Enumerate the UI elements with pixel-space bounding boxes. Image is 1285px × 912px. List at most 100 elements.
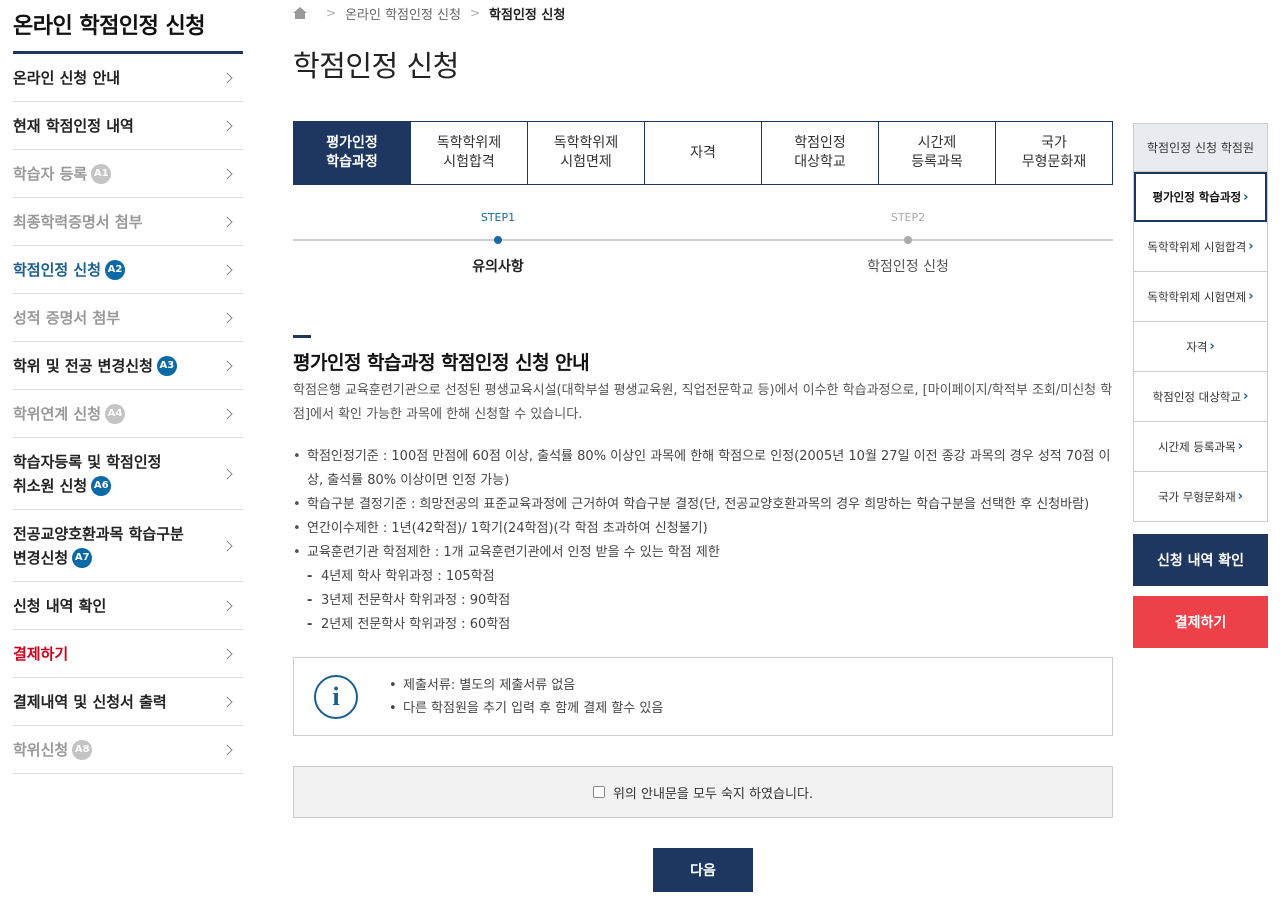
right-item-label: 평가인정 학습과정 — [1152, 190, 1242, 204]
sidebar-item-degree-linkage[interactable]: 학위연계 신청 A4 — [13, 390, 243, 438]
tab-part-time-course[interactable]: 시간제 등록과목 — [878, 122, 995, 184]
chevron-right-icon — [221, 71, 235, 85]
credit-limit-item: 4년제 학사 학위과정 : 105학점 — [293, 565, 1113, 589]
right-item-intangible-heritage[interactable]: 국가 무형문화재 › — [1134, 472, 1267, 522]
rule-item: 학습구분 결정기준 : 희망전공의 표준교육과정에 근거하여 학습구분 결정(단… — [293, 493, 1113, 517]
right-item-label: 국가 무형문화재 — [1157, 489, 1236, 504]
sidebar-item-online-guide[interactable]: 온라인 신청 안내 — [13, 54, 243, 102]
step-1: STEP1 유의사항 — [418, 211, 578, 276]
step-badge: A2 — [105, 260, 126, 280]
right-item-self-study-exam-pass[interactable]: 독학학위제 시험합격 › — [1134, 222, 1267, 272]
chevron-right-icon: › — [1248, 239, 1254, 254]
sidebar-item-label: 성적 증명서 첨부 — [13, 308, 121, 327]
chevron-right-icon — [221, 359, 235, 373]
next-button[interactable]: 다음 — [653, 848, 753, 892]
agree-checkbox[interactable] — [592, 786, 605, 798]
sidebar-item-label: 학점인정 신청 — [13, 260, 102, 279]
right-item-part-time-course[interactable]: 시간제 등록과목 › — [1134, 422, 1267, 472]
credit-limit-list: 4년제 학사 학위과정 : 105학점 3년제 전문학사 학위과정 : 90학점… — [293, 565, 1113, 637]
right-item-label: 독학학위제 시험면제 — [1147, 289, 1247, 304]
tab-eligible-school[interactable]: 학점인정 대상학교 — [761, 122, 878, 184]
right-item-eligible-school[interactable]: 학점인정 대상학교 › — [1134, 372, 1267, 422]
left-sidebar: 온라인 학점인정 신청 온라인 신청 안내 현재 학점인정 내역 학습자 등록 A… — [13, 0, 243, 774]
sidebar-item-credit-application[interactable]: 학점인정 신청 A2 — [13, 246, 243, 294]
info-list: 제출서류: 별도의 제출서류 없음 다른 학점원을 추기 입력 후 함께 결제 … — [389, 674, 663, 720]
payment-button[interactable]: 결제하기 — [1133, 596, 1268, 648]
sidebar-item-degree-major-change[interactable]: 학위 및 전공 변경신청 A3 — [13, 342, 243, 390]
main-content: > 온라인 학점인정 신청 > 학점인정 신청 학점인정 신청 평가인정 학습과… — [293, 0, 1113, 892]
sidebar-item-application-history[interactable]: 신청 내역 확인 — [13, 582, 243, 630]
credit-source-tabs: 평가인정 학습과정 독학학위제 시험합격 독학학위제 시험면제 자격 학점인정 … — [293, 121, 1113, 185]
right-item-label: 자격 — [1186, 339, 1208, 354]
sidebar-item-label: 학위신청 — [13, 740, 69, 759]
section-accent-bar — [293, 335, 311, 338]
sidebar-item-learner-registration[interactable]: 학습자 등록 A1 — [13, 150, 243, 198]
step-badge: A7 — [72, 548, 93, 568]
page-title: 학점인정 신청 — [293, 49, 459, 83]
section-intro: 학점은행 교육훈련기관으로 선정된 평생교육시설(대학부설 평생교육원, 직업전… — [293, 383, 1113, 422]
sidebar-item-final-education-cert[interactable]: 최종학력증명서 첨부 — [13, 198, 243, 246]
sidebar-item-label: 변경신청 — [13, 548, 69, 567]
breadcrumb-separator: > — [326, 6, 337, 20]
right-item-label: 학점인정 대상학교 — [1152, 389, 1241, 404]
sidebar-item-label: 결제하기 — [13, 644, 69, 663]
info-item: 제출서류: 별도의 제출서류 없음 — [389, 674, 663, 697]
sidebar-item-label: 현재 학점인정 내역 — [13, 116, 134, 135]
tab-self-study-exam-pass[interactable]: 독학학위제 시험합격 — [410, 122, 527, 184]
tab-intangible-heritage[interactable]: 국가 무형문화재 — [995, 122, 1112, 184]
right-item-label: 독학학위제 시험합격 — [1147, 239, 1247, 254]
right-panel: 학점인정 신청 학점원 평가인정 학습과정 › 독학학위제 시험합격 › 독학학위제… — [1133, 123, 1268, 648]
rules-list: 학점인정기준 : 100점 만점에 60점 이상, 출석률 80% 이상인 과목… — [293, 445, 1113, 565]
chevron-right-icon — [221, 311, 235, 325]
right-item-evaluated-course[interactable]: 평가인정 학습과정 › — [1134, 172, 1267, 222]
info-item: 다른 학점원을 추기 입력 후 함께 결제 할수 있음 — [389, 697, 663, 720]
step-dot — [904, 236, 912, 244]
sidebar-item-transcript-attach[interactable]: 성적 증명서 첨부 — [13, 294, 243, 342]
chevron-right-icon — [221, 467, 235, 481]
credit-limit-item: 3년제 전문학사 학위과정 : 90학점 — [293, 589, 1113, 613]
right-item-self-study-exam-exempt[interactable]: 독학학위제 시험면제 › — [1134, 272, 1267, 322]
home-icon[interactable] — [293, 7, 307, 19]
chevron-right-icon: › — [1237, 439, 1244, 454]
sidebar-item-label: 신청 내역 확인 — [13, 596, 107, 615]
agreement-box: 위의 안내문을 모두 숙지 하였습니다. — [293, 766, 1113, 818]
credit-limit-item: 2년제 전문학사 학위과정 : 60학점 — [293, 613, 1113, 637]
step-2: STEP2 학점인정 신청 — [828, 211, 988, 276]
right-panel-list: 평가인정 학습과정 › 독학학위제 시험합격 › 독학학위제 시험면제 › 자격 › 학… — [1133, 172, 1268, 522]
step-badge: A1 — [91, 164, 112, 184]
sidebar-menu: 온라인 신청 안내 현재 학점인정 내역 학습자 등록 A1 최종학력증명서 첨부… — [13, 54, 243, 774]
agree-label[interactable]: 위의 안내문을 모두 숙지 하였습니다. — [613, 783, 813, 802]
breadcrumb-item[interactable]: 온라인 학점인정 신청 — [345, 4, 461, 23]
rule-item: 교육훈련기관 학점제한 : 1개 교육훈련기관에서 인정 받을 수 있는 학점 … — [293, 541, 1113, 565]
sidebar-item-label: 결제내역 및 신청서 출력 — [13, 692, 167, 711]
tab-self-study-exam-exempt[interactable]: 독학학위제 시험면제 — [527, 122, 644, 184]
sidebar-item-label: 최종학력증명서 첨부 — [13, 212, 143, 231]
sidebar-item-payment[interactable]: 결제하기 — [13, 630, 243, 678]
right-item-label: 시간제 등록과목 — [1157, 439, 1236, 454]
chevron-right-icon — [221, 647, 235, 661]
breadcrumb-current: 학점인정 신청 — [489, 7, 566, 23]
sidebar-title: 온라인 학점인정 신청 — [13, 0, 243, 54]
chevron-right-icon — [221, 695, 235, 709]
sidebar-item-current-credits[interactable]: 현재 학점인정 내역 — [13, 102, 243, 150]
sidebar-item-label: 학습자 등록 — [13, 164, 88, 183]
step-badge: A6 — [91, 476, 112, 496]
right-item-certificate[interactable]: 자격 › — [1134, 322, 1267, 372]
sidebar-item-degree-application[interactable]: 학위신청 A8 — [13, 726, 243, 774]
tab-certificate[interactable]: 자격 — [644, 122, 761, 184]
right-panel-header: 학점인정 신청 학점원 — [1133, 123, 1268, 172]
sidebar-item-label: 전공교양호환과목 학습구분 — [13, 524, 184, 543]
step-indicator: STEP1 유의사항 STEP2 학점인정 신청 — [293, 185, 1113, 285]
sidebar-item-payment-history-print[interactable]: 결제내역 및 신청서 출력 — [13, 678, 243, 726]
step-name: 학점인정 신청 — [867, 259, 949, 275]
sidebar-item-label: 학습자등록 및 학점인정 — [13, 452, 162, 471]
sidebar-item-cancellation[interactable]: 학습자등록 및 학점인정 취소원 신청 A6 — [13, 438, 243, 510]
sidebar-item-general-course-change[interactable]: 전공교양호환과목 학습구분변경신청 A7 — [13, 510, 243, 582]
chevron-right-icon — [221, 599, 235, 613]
chevron-right-icon: › — [1243, 189, 1249, 205]
chevron-right-icon — [221, 215, 235, 229]
application-history-button[interactable]: 신청 내역 확인 — [1133, 534, 1268, 586]
tab-evaluated-course[interactable]: 평가인정 학습과정 — [294, 122, 410, 184]
rule-item: 연간이수제한 : 1년(42학점)/ 1학기(24학점)(각 학점 초과하여 신… — [293, 517, 1113, 541]
step-number: STEP2 — [890, 211, 926, 224]
